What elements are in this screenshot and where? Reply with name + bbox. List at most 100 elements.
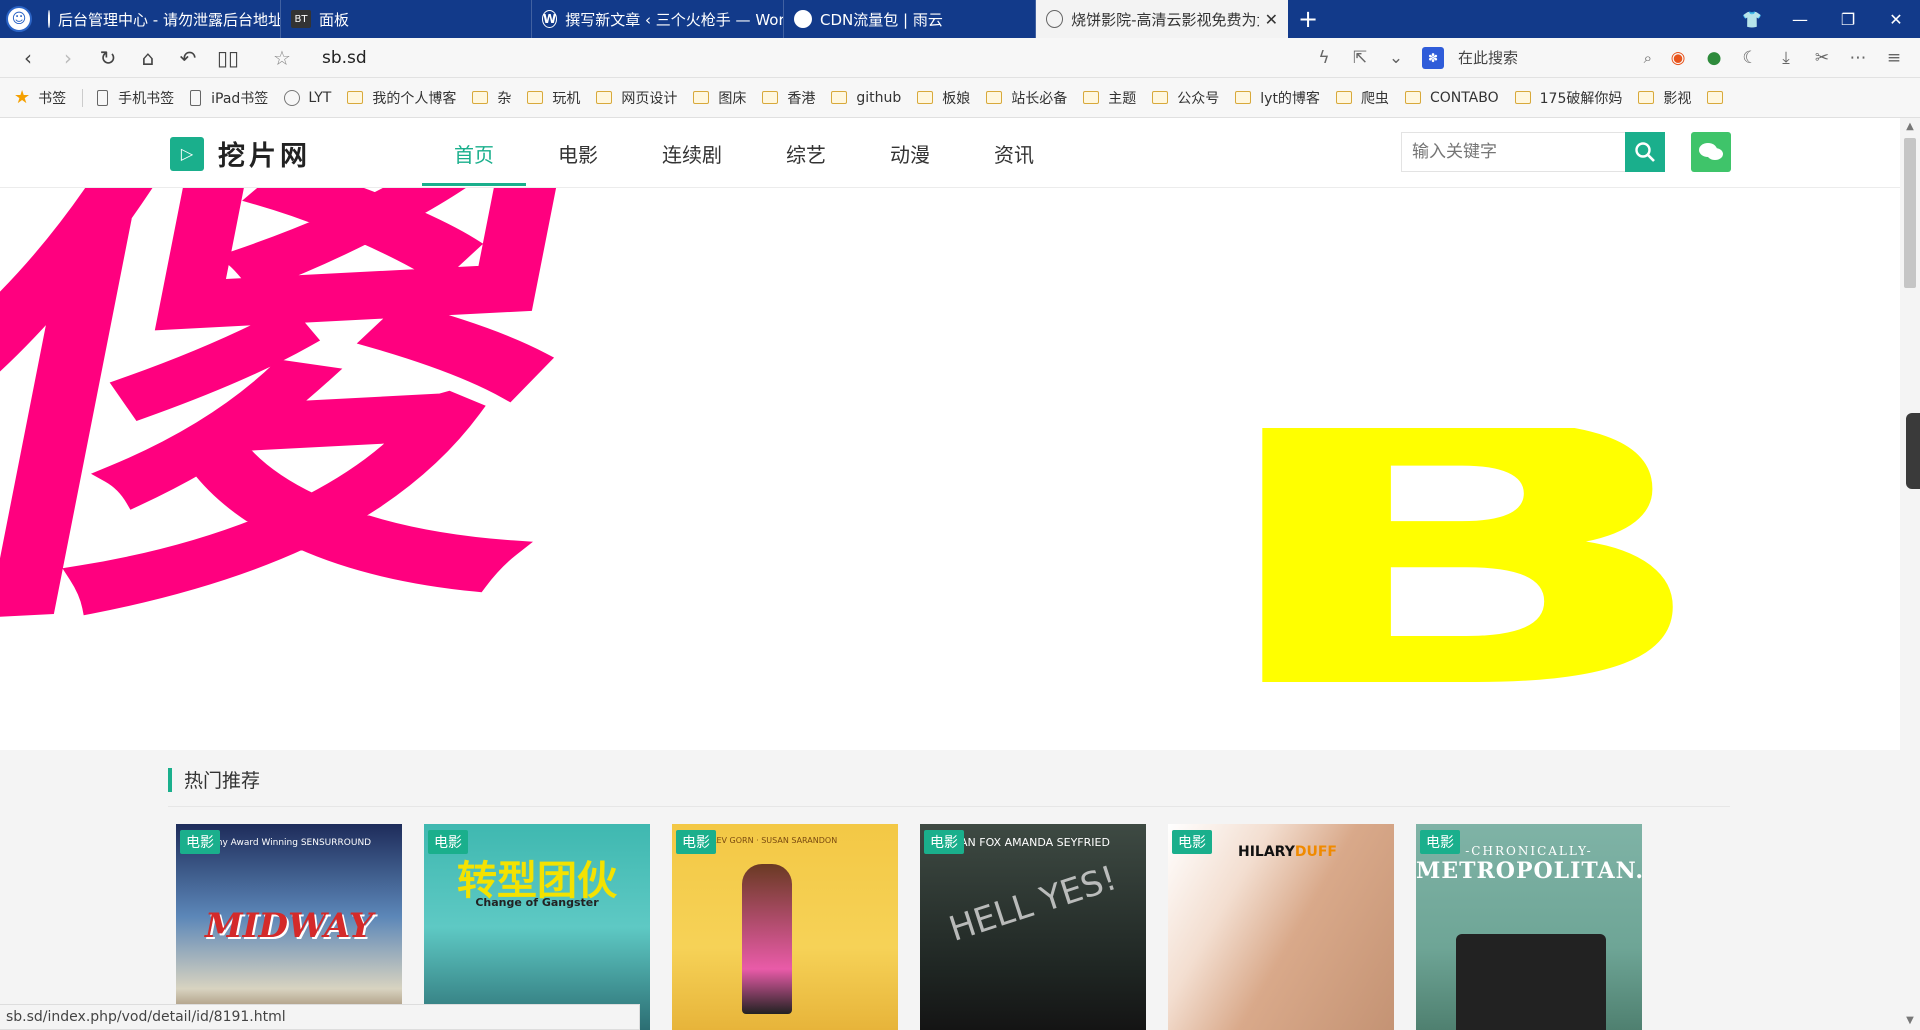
bookmark-star-icon[interactable]: ☆ (262, 38, 302, 78)
bookmark-separator (82, 88, 84, 107)
bookmark-item[interactable]: github (831, 90, 901, 106)
category-badge: 电影 (1420, 830, 1460, 854)
back-button[interactable]: ‹ (8, 38, 48, 78)
search-placeholder: 在此搜索 (1458, 49, 1519, 67)
folder-icon (986, 91, 1003, 104)
gamepad-icon[interactable]: ◉ (1660, 38, 1696, 78)
play-icon: ▷ (170, 136, 204, 171)
nav-anime[interactable]: 动漫 (858, 118, 962, 188)
scissors-icon[interactable]: ✂ (1804, 38, 1840, 78)
site-search-button[interactable] (1625, 132, 1665, 172)
category-badge: 电影 (676, 830, 716, 854)
bookmark-label: github (856, 89, 902, 106)
bookmark-item[interactable]: 杂 (472, 88, 511, 108)
reading-mode-icon[interactable]: ▯▯ (208, 38, 248, 78)
nav-variety[interactable]: 综艺 (754, 118, 858, 188)
poster-subtitle: AN FOX AMANDA SEYFRIED (960, 836, 1110, 849)
site-logo[interactable]: ▷ 挖片网 (170, 134, 311, 173)
site-name: 挖片网 (218, 141, 311, 172)
poster-card[interactable]: LEV GORN · SUSAN SARANDON 电影 (672, 824, 898, 1030)
bookmark-item[interactable]: 香港 (762, 88, 815, 108)
category-badge: 电影 (428, 830, 468, 854)
chevron-down-icon[interactable]: ⌄ (1378, 38, 1414, 78)
tab-shaobing[interactable]: 烧饼影院-高清云影视免费为大家提供 ✕ (1036, 0, 1288, 38)
menu-icon[interactable]: ≡ (1876, 38, 1912, 78)
bookmark-item[interactable]: 站长必备 (986, 88, 1067, 108)
bookmark-item[interactable]: ★ 书签 (14, 87, 66, 108)
nav-news[interactable]: 资讯 (962, 118, 1066, 188)
poster-card[interactable]: AN FOX AMANDA SEYFRIED HELL YES! 电影 (920, 824, 1146, 1030)
skin-icon[interactable]: 👕 (1728, 0, 1776, 38)
side-panel-handle[interactable] (1906, 413, 1920, 489)
url-field[interactable]: sb.sd (322, 48, 367, 68)
bookmark-label: 我的个人博客 (372, 90, 457, 107)
wechat-button[interactable] (1691, 132, 1731, 172)
page-scrollbar[interactable]: ▲ ▼ (1900, 118, 1920, 1030)
banner-b-letter: B (1199, 428, 1721, 688)
browser-logo-icon[interactable]: ☺ (0, 0, 38, 38)
scroll-down-icon[interactable]: ▼ (1900, 1012, 1920, 1030)
bookmark-item[interactable]: 影视 (1638, 88, 1691, 108)
bookmark-item[interactable]: 板娘 (917, 88, 970, 108)
category-badge: 电影 (1172, 830, 1212, 854)
tab-wordpress[interactable]: W 撰写新文章 ‹ 三个火枪手 — WordPr (532, 0, 784, 38)
bookmark-item[interactable]: 主题 (1083, 88, 1136, 108)
minimize-button[interactable]: — (1776, 0, 1824, 38)
download-icon[interactable]: ⤓ (1768, 38, 1804, 78)
more-icon[interactable]: ⋯ (1840, 38, 1876, 78)
poster-card[interactable]: -CHRONICALLY- METROPOLITAN. 电影 (1416, 824, 1642, 1030)
browser-extension-icon[interactable]: ● (1696, 38, 1732, 78)
bookmark-item[interactable]: LYT (284, 89, 331, 106)
tab-label: 面板 (319, 10, 350, 29)
poster-card[interactable]: Academy Award Winning SENSURROUND MIDWAY… (176, 824, 402, 1030)
forward-button[interactable]: › (48, 38, 88, 78)
bookmark-label: 手机书签 (118, 90, 175, 107)
bookmark-item[interactable]: CONTABO (1404, 90, 1499, 106)
undo-close-button[interactable]: ↶ (168, 38, 208, 78)
home-button[interactable]: ⌂ (128, 38, 168, 78)
bookmark-item[interactable]: 公众号 (1152, 88, 1219, 108)
new-tab-button[interactable]: + (1288, 0, 1328, 38)
status-bar-url: sb.sd/index.php/vod/detail/id/8191.html (0, 1004, 640, 1030)
tab-admin[interactable]: 后台管理中心 - 请勿泄露后台地址 - ( (38, 0, 281, 38)
share-icon[interactable]: ⇱ (1342, 38, 1378, 78)
search-icon[interactable]: ⌕ (1644, 49, 1652, 67)
tab-label: 撰写新文章 ‹ 三个火枪手 — WordPr (565, 10, 784, 29)
bookmark-item[interactable]: lyt的博客 (1235, 88, 1320, 108)
tab-cdn[interactable]: CDN流量包 | 雨云 (784, 0, 1036, 38)
poster-title-b: DUFF (1294, 844, 1337, 860)
bookmark-item[interactable] (1707, 91, 1732, 104)
tab-bt-panel[interactable]: BT 面板 (281, 0, 532, 38)
poster-card[interactable]: HILARYDUFF 电影 (1168, 824, 1394, 1030)
poster-title-a: HILARY (1238, 844, 1295, 860)
tab-label: 后台管理中心 - 请勿泄露后台地址 - ( (58, 10, 281, 29)
bookmark-item[interactable]: 网页设计 (596, 88, 677, 108)
scroll-thumb[interactable] (1904, 138, 1916, 288)
bookmark-item[interactable]: 图床 (693, 88, 746, 108)
night-mode-icon[interactable]: ☾ (1732, 38, 1768, 78)
nav-home[interactable]: 首页 (422, 118, 526, 188)
nav-movies[interactable]: 电影 (526, 118, 630, 188)
scroll-up-icon[interactable]: ▲ (1900, 118, 1920, 136)
restore-button[interactable]: ❐ (1824, 0, 1872, 38)
bookmark-item[interactable]: 手机书签 (97, 88, 174, 108)
flash-icon[interactable]: ϟ (1306, 38, 1342, 78)
bookmark-item[interactable]: 爬虫 (1335, 88, 1389, 108)
reload-button[interactable]: ↻ (88, 38, 128, 78)
site-search-input[interactable] (1401, 132, 1625, 172)
close-window-button[interactable]: ✕ (1872, 0, 1920, 38)
bookmark-label: iPad书签 (211, 90, 269, 107)
bookmark-item[interactable]: 玩机 (527, 88, 580, 108)
folder-icon (1514, 91, 1531, 104)
poster-subtitle: LEV GORN · SUSAN SARANDON (712, 836, 838, 845)
bookmark-label: 175破解你妈 (1539, 90, 1623, 107)
bookmark-item[interactable]: iPad书签 (190, 88, 268, 108)
close-tab-icon[interactable]: ✕ (1265, 10, 1278, 29)
poster-card[interactable]: 转型团伙 Change of Gangster 电影 (424, 824, 650, 1030)
bookmark-item[interactable]: 175破解你妈 (1514, 88, 1623, 108)
hero-banner[interactable]: 傻 B (0, 188, 1900, 750)
bookmark-item[interactable]: 我的个人博客 (347, 88, 456, 108)
nav-series[interactable]: 连续剧 (630, 118, 754, 188)
search-input[interactable]: ✽ 在此搜索 ⌕ (1422, 44, 1652, 72)
folder-icon (1707, 91, 1724, 104)
